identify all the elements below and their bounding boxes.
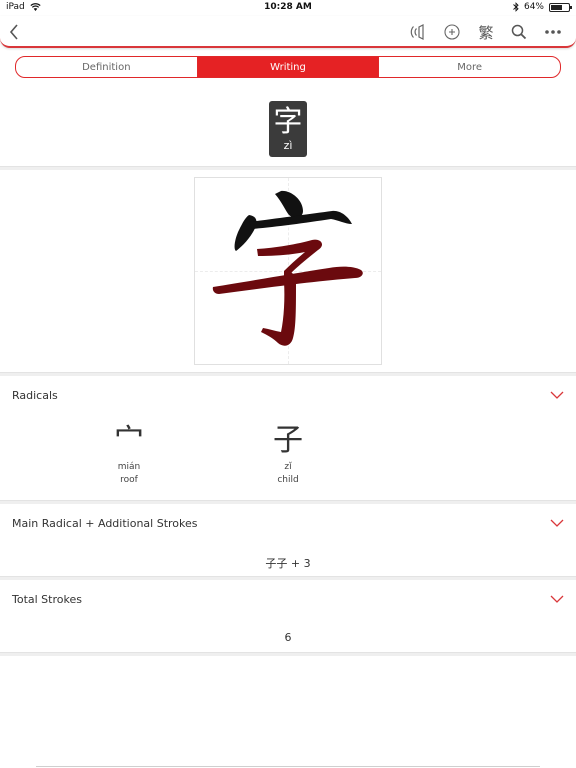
search-button[interactable] bbox=[508, 21, 530, 43]
divider bbox=[0, 372, 576, 376]
chevron-down-icon[interactable] bbox=[550, 390, 564, 400]
battery-level bbox=[551, 4, 562, 10]
character-card: 字 zì bbox=[269, 101, 307, 157]
audio-button[interactable] bbox=[408, 21, 430, 43]
add-button[interactable] bbox=[441, 21, 463, 43]
divider bbox=[0, 576, 576, 580]
character-pinyin: zì bbox=[283, 139, 293, 152]
status-time: 10:28 AM bbox=[264, 2, 312, 12]
radical-pinyin: zǐ bbox=[284, 462, 292, 472]
speaker-icon bbox=[410, 24, 424, 40]
stroke-left bbox=[234, 215, 257, 251]
radical-item[interactable]: 宀 mián roof bbox=[89, 423, 169, 486]
radical-meaning: roof bbox=[120, 475, 138, 485]
tab-definition[interactable]: Definition bbox=[16, 57, 198, 77]
chevron-left-icon bbox=[9, 24, 18, 40]
radical-glyph: 宀 bbox=[114, 423, 144, 458]
chevron-down-icon[interactable] bbox=[550, 594, 564, 604]
character-hanzi: 字 bbox=[273, 104, 303, 138]
more-dots-icon bbox=[545, 30, 561, 34]
radical-meaning: child bbox=[277, 475, 299, 485]
chevron-down-icon[interactable] bbox=[550, 518, 564, 528]
main-radical-title: Main Radical + Additional Strokes bbox=[12, 517, 198, 530]
status-bar: iPad 10:28 AM 64% bbox=[0, 0, 576, 16]
main-radical-value: 子子 + 3 bbox=[265, 557, 311, 570]
divider bbox=[0, 652, 576, 656]
plus-circle-icon bbox=[444, 24, 460, 40]
radical-pinyin: mián bbox=[117, 462, 141, 472]
bluetooth-icon bbox=[513, 2, 519, 12]
more-button[interactable] bbox=[542, 21, 564, 43]
radical-item[interactable]: 子 zǐ child bbox=[248, 423, 328, 486]
bottom-separator bbox=[36, 766, 540, 767]
stroke-order-canvas[interactable] bbox=[194, 177, 382, 365]
tab-more[interactable]: More bbox=[379, 57, 560, 77]
tab-writing[interactable]: Writing bbox=[197, 57, 380, 77]
search-icon bbox=[511, 24, 527, 40]
total-strokes-value: 6 bbox=[284, 631, 292, 644]
stroke-dot bbox=[275, 190, 303, 218]
total-strokes-title: Total Strokes bbox=[12, 593, 82, 606]
traditional-label: 繁 bbox=[478, 23, 494, 42]
stroke-order-drawing bbox=[212, 190, 363, 346]
divider bbox=[0, 166, 576, 170]
divider bbox=[0, 500, 576, 504]
battery-icon bbox=[549, 2, 572, 12]
radical-glyph: 子 bbox=[273, 423, 303, 458]
traditional-toggle-button[interactable]: 繁 bbox=[475, 21, 497, 43]
navigation-bar: 繁 bbox=[0, 16, 576, 48]
radicals-title: Radicals bbox=[12, 389, 58, 402]
stroke-hook-top bbox=[257, 239, 323, 274]
battery-percent: 64% bbox=[523, 2, 544, 12]
tab-bar: Definition Writing More bbox=[15, 56, 561, 78]
back-button[interactable] bbox=[3, 21, 25, 43]
